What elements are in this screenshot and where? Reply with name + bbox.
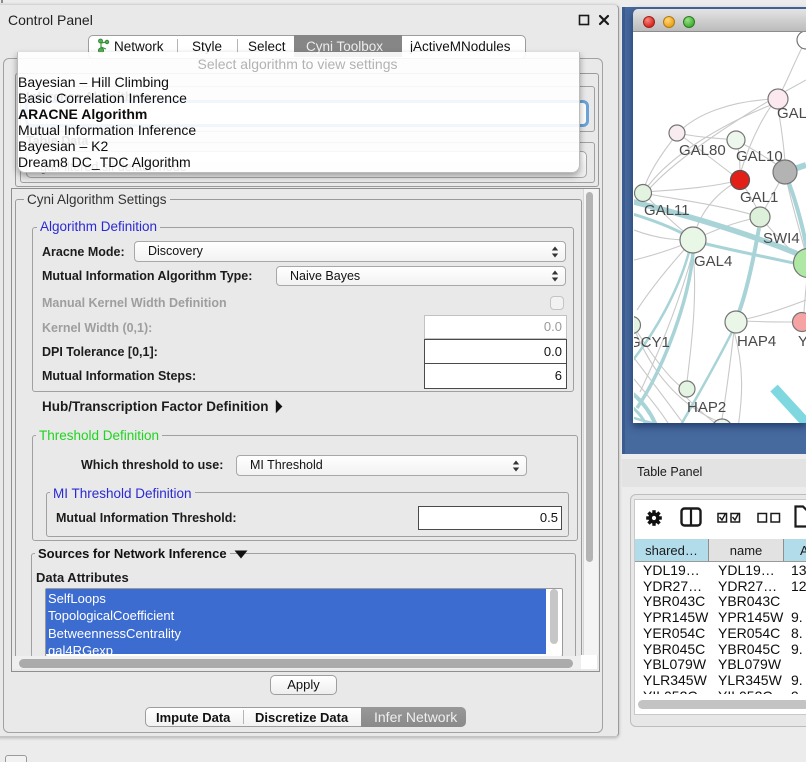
svg-text:GAL4: GAL4	[694, 253, 732, 270]
svg-text:GAL80: GAL80	[679, 142, 726, 159]
svg-text:GAL1: GAL1	[740, 189, 778, 206]
svg-text:YM: YM	[798, 333, 806, 350]
svg-text:GCY1: GCY1	[634, 334, 670, 351]
svg-text:GAL11: GAL11	[644, 202, 690, 219]
svg-text:GAL2: GAL2	[777, 105, 806, 122]
svg-text:HAP2: HAP2	[687, 399, 726, 416]
svg-text:GAL10: GAL10	[736, 148, 783, 165]
svg-text:HAP4: HAP4	[737, 333, 776, 350]
svg-text:SWI4: SWI4	[763, 230, 800, 247]
